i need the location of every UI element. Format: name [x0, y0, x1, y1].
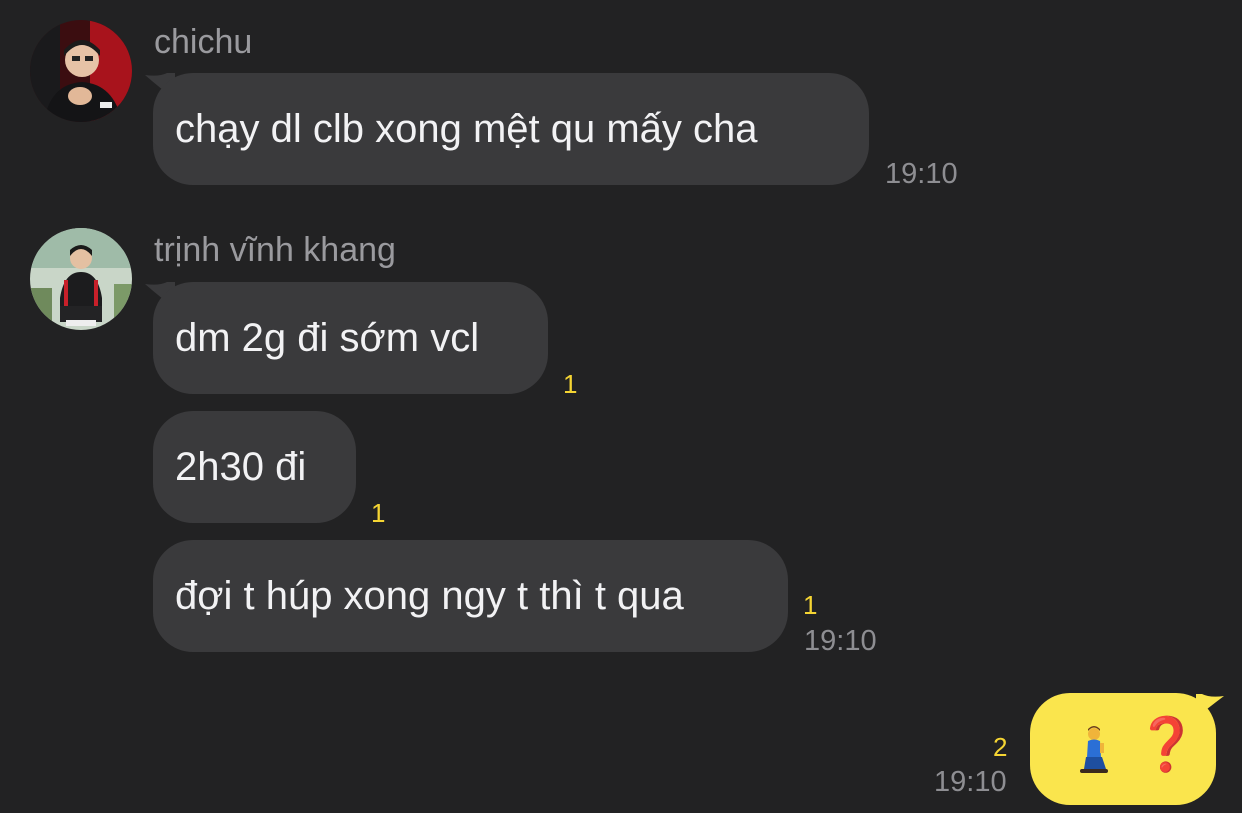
message-bubble[interactable]: đợi t húp xong ngy t thì t qua	[153, 540, 788, 652]
question-mark: ❓	[1134, 716, 1199, 774]
unread-count: 1	[371, 498, 386, 528]
sender-avatar-chichu[interactable]	[30, 20, 132, 122]
message-timestamp: 19:10	[885, 158, 958, 190]
sender-avatar-trinh-vinh-khang[interactable]	[30, 228, 132, 330]
unread-count: 2	[993, 732, 1008, 762]
message-bubble[interactable]: chạy dl clb xong mệt qu mấy cha	[153, 73, 869, 185]
message-timestamp: 19:10	[934, 766, 1007, 798]
unread-count: 1	[803, 590, 818, 620]
chat-window: chichu chạy dl clb xong mệt qu mấy cha 1…	[0, 0, 1242, 813]
unread-count: 1	[563, 369, 578, 399]
message-bubble[interactable]: 2h30 đi	[153, 411, 356, 523]
message-bubble[interactable]: dm 2g đi sớm vcl	[153, 282, 548, 394]
avatar-player-red-jersey	[30, 20, 132, 122]
my-message-bubble[interactable]: ❓	[1030, 693, 1216, 805]
kneeling-person-icon	[1080, 726, 1108, 773]
message-timestamp: 19:10	[804, 625, 877, 657]
sender-name: trịnh vĩnh khang	[154, 231, 396, 269]
sender-name: chichu	[154, 23, 253, 61]
avatar-seated-person	[30, 228, 132, 330]
